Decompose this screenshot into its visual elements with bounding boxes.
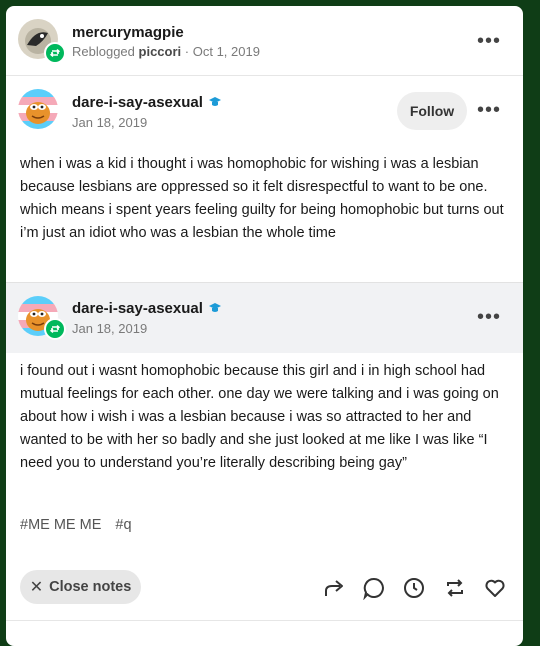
reblog-badge-icon <box>44 318 66 340</box>
tag-link[interactable]: #ME ME ME <box>20 517 101 533</box>
reblog-post-username[interactable]: dare-i-say-asexual <box>72 300 203 317</box>
tag-link[interactable]: #q <box>115 517 131 533</box>
reblog-header: mercurymagpie Reblogged piccori · Oct 1,… <box>6 6 523 76</box>
close-notes-label: Close notes <box>49 579 132 595</box>
reblog-post-more-options-icon[interactable]: ••• <box>477 307 501 327</box>
reblog-badge-icon <box>44 42 66 64</box>
reblog-post-header <box>6 282 523 353</box>
reply-icon[interactable] <box>362 576 386 600</box>
original-date[interactable]: Jan 18, 2019 <box>72 115 147 130</box>
history-icon[interactable] <box>402 576 426 600</box>
reblog-post-date[interactable]: Jan 18, 2019 <box>72 321 147 336</box>
reblog-meta: Reblogged piccori · Oct 1, 2019 <box>72 44 260 59</box>
verified-cap-icon <box>209 303 221 312</box>
post-card: mercurymagpie Reblogged piccori · Oct 1,… <box>6 6 523 646</box>
reblog-icon[interactable] <box>443 576 467 600</box>
reblog-date[interactable]: Oct 1, 2019 <box>193 44 260 59</box>
original-avatar[interactable] <box>18 89 58 129</box>
original-username[interactable]: dare-i-say-asexual <box>72 94 203 111</box>
share-icon[interactable] <box>322 576 346 600</box>
reblog-post-body: i found out i wasnt homophobic because t… <box>20 363 499 471</box>
footer-divider <box>6 620 523 621</box>
close-notes-button[interactable]: ✕ Close notes <box>20 570 141 604</box>
meta-separator: · <box>184 44 190 59</box>
original-more-options-icon[interactable]: ••• <box>477 100 501 120</box>
tag-list: #ME ME ME #q <box>20 517 142 533</box>
reblogged-label: Reblogged <box>72 44 135 59</box>
reblogger-username[interactable]: mercurymagpie <box>72 24 184 41</box>
follow-button[interactable]: Follow <box>397 92 467 130</box>
like-icon[interactable] <box>483 576 507 600</box>
verified-cap-icon <box>209 97 221 106</box>
original-post-body: when i was a kid i thought i was homopho… <box>20 156 504 241</box>
reblog-source-link[interactable]: piccori <box>139 44 182 59</box>
more-options-icon[interactable]: ••• <box>477 31 501 51</box>
close-icon: ✕ <box>29 579 44 596</box>
